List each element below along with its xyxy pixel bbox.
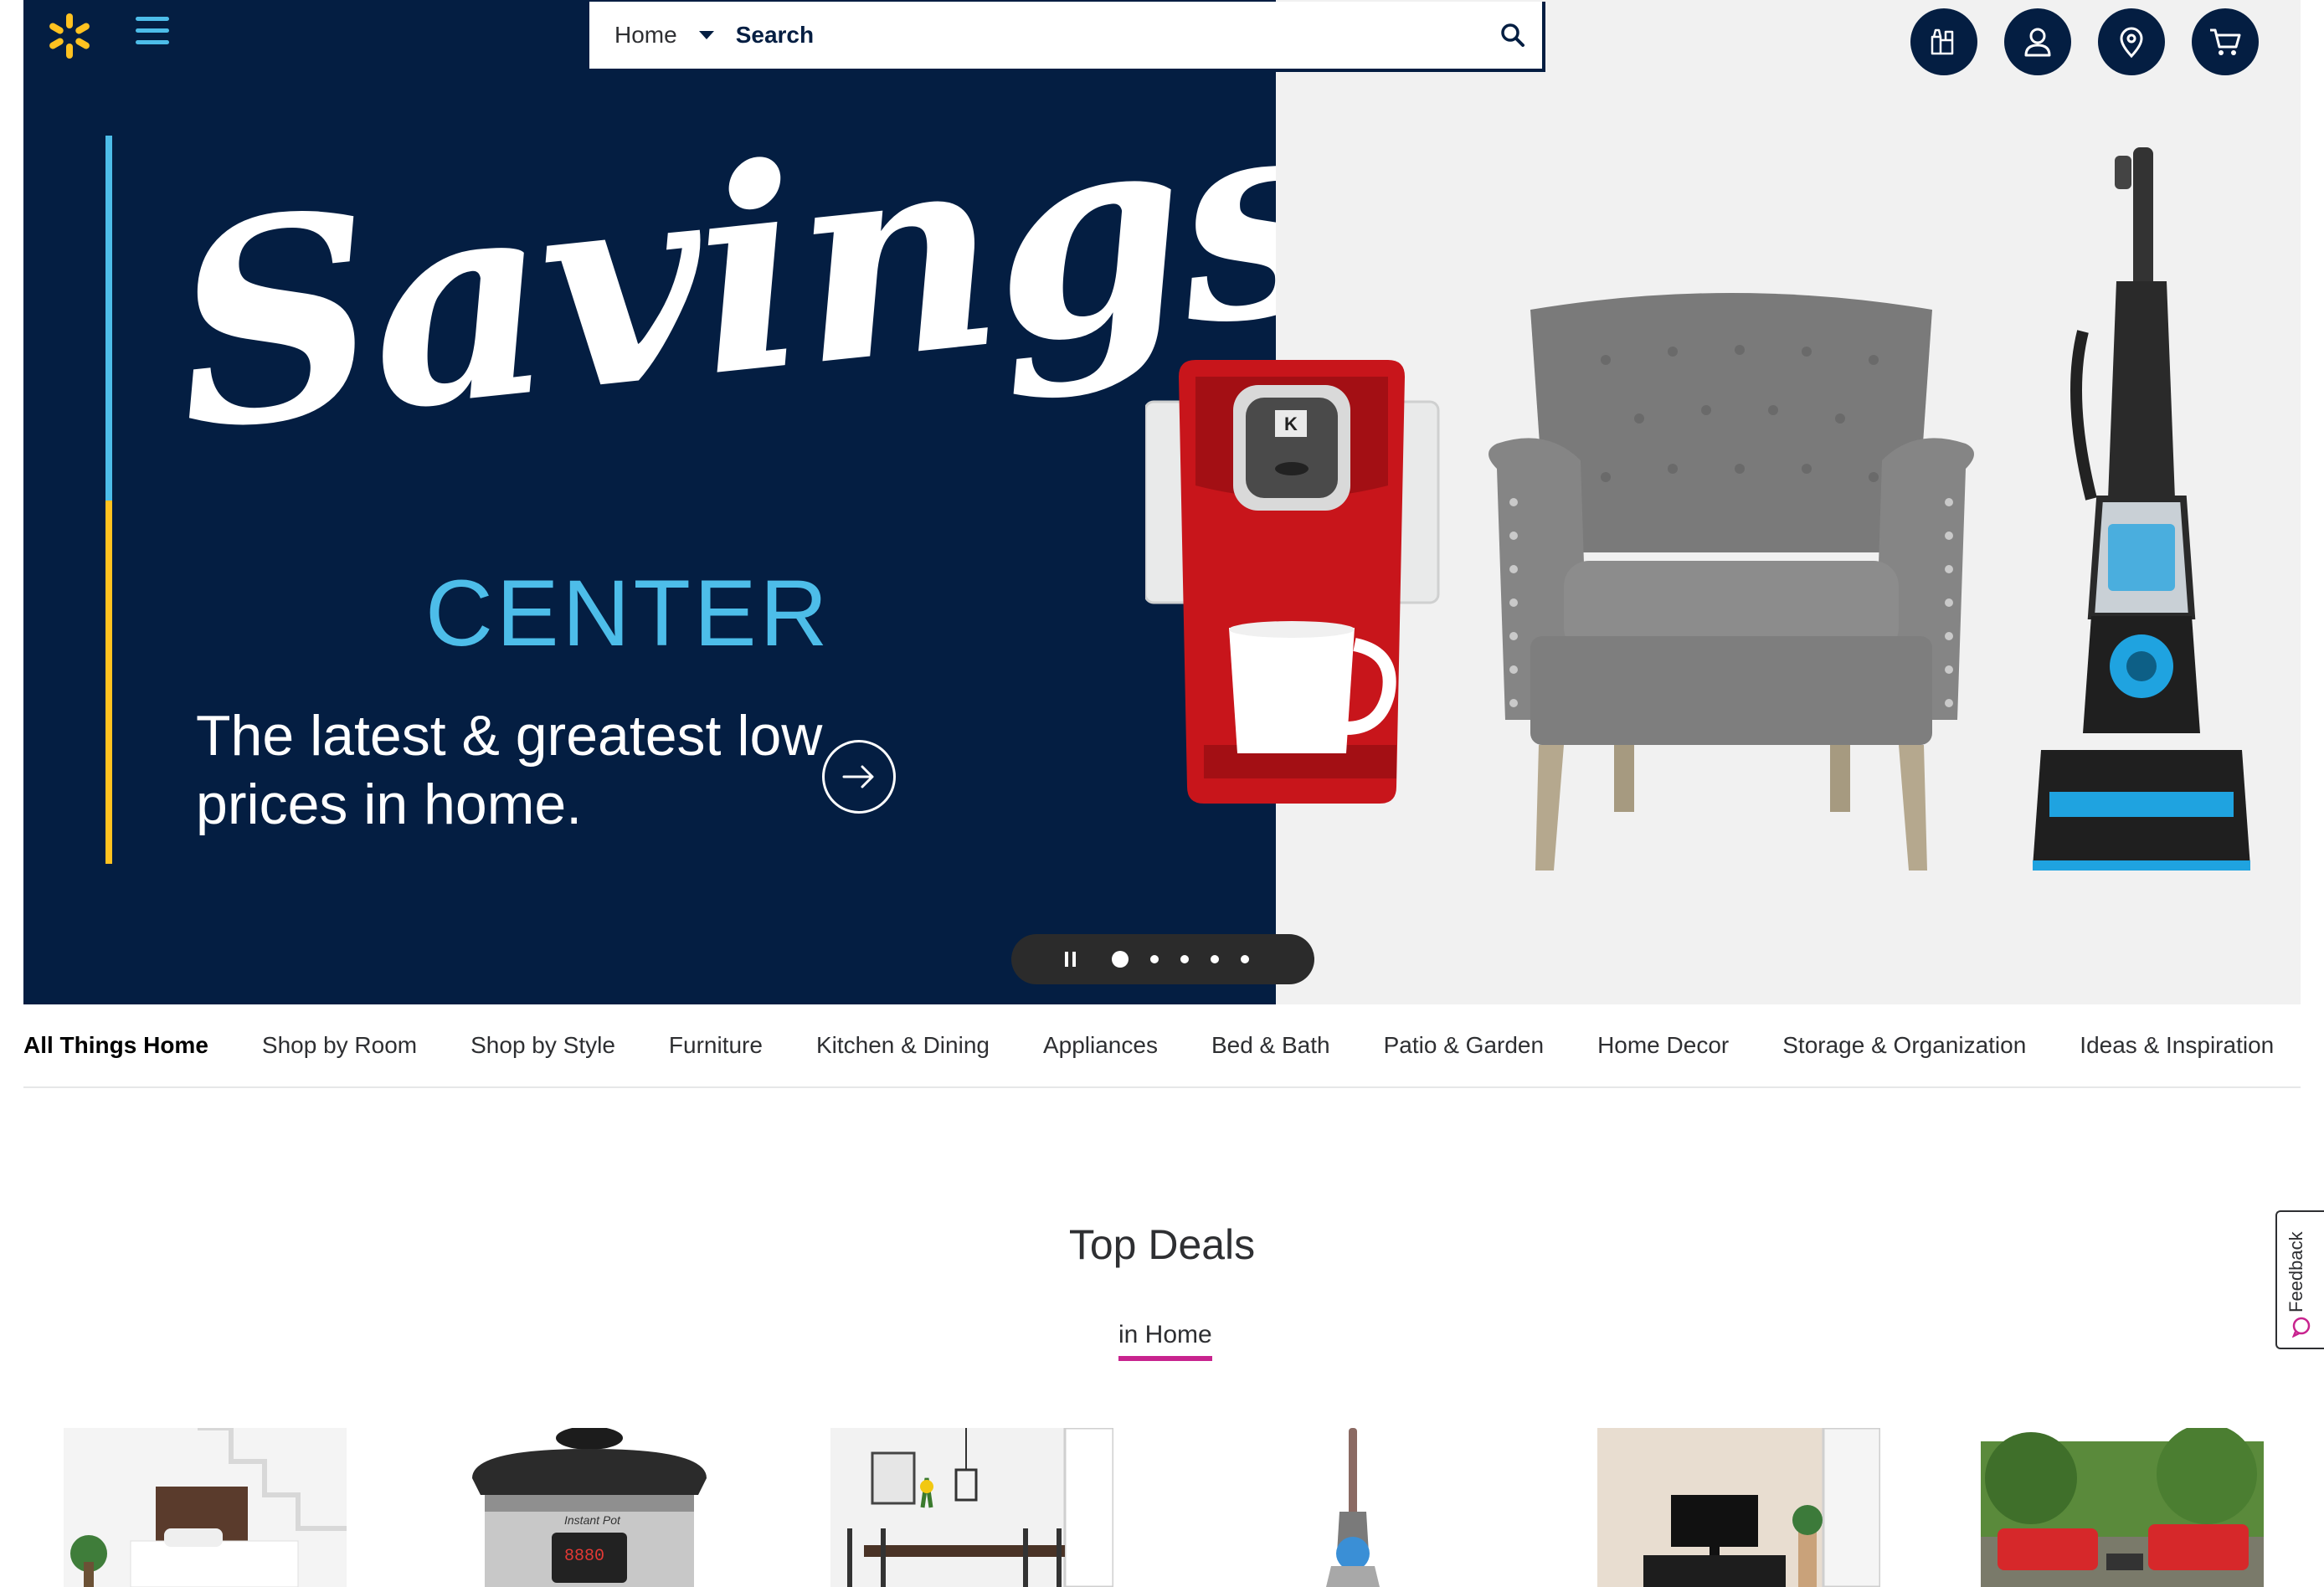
arrow-right-icon xyxy=(842,765,874,788)
deal-tile-pressure-cooker[interactable]: Instant Pot 8880 xyxy=(447,1428,730,1587)
hero-arrow-button[interactable] xyxy=(822,740,896,814)
svg-text:Instant Pot: Instant Pot xyxy=(564,1513,621,1527)
bed-image xyxy=(64,1428,347,1587)
carousel-controls xyxy=(1011,934,1314,984)
page: Savings CENTER The latest & greatest low… xyxy=(23,0,2301,1587)
pressure-cooker-image: Instant Pot 8880 xyxy=(447,1428,730,1587)
search-bar: Home xyxy=(586,2,1545,72)
deal-tile-vacuum[interactable] xyxy=(1214,1428,1497,1587)
hero-left-panel: Savings CENTER The latest & greatest low… xyxy=(23,0,1276,1004)
department-select[interactable]: Home xyxy=(589,2,714,69)
svg-text:K: K xyxy=(1284,413,1298,434)
reorder-icon xyxy=(1931,28,1954,55)
category-home-decor[interactable]: Home Decor xyxy=(1597,1032,1729,1059)
caret-down-icon xyxy=(698,31,714,39)
account-icon xyxy=(2024,28,2051,57)
dining-set-image xyxy=(830,1428,1113,1587)
feedback-tab[interactable]: Feedback xyxy=(2275,1210,2324,1349)
header-actions xyxy=(1910,8,2259,75)
deals-tab-in-home[interactable]: in Home xyxy=(1118,1321,1212,1361)
carousel-dot-2[interactable] xyxy=(1150,955,1159,963)
deal-tile-tv-stand[interactable] xyxy=(1597,1428,1880,1587)
category-bed-bath[interactable]: Bed & Bath xyxy=(1211,1032,1330,1059)
category-storage-organization[interactable]: Storage & Organization xyxy=(1782,1032,2026,1059)
deal-tile-dining-set[interactable] xyxy=(830,1428,1113,1587)
coffee-maker-image: K xyxy=(1145,360,1440,804)
category-kitchen-dining[interactable]: Kitchen & Dining xyxy=(816,1032,990,1059)
carousel-dot-5[interactable] xyxy=(1241,955,1249,963)
spark-logo-icon[interactable] xyxy=(45,12,94,60)
hero-tagline: The latest & greatest low prices in home… xyxy=(196,704,823,836)
category-all-things-home[interactable]: All Things Home xyxy=(23,1032,208,1059)
category-patio-garden[interactable]: Patio & Garden xyxy=(1384,1032,1544,1059)
carousel-dot-1[interactable] xyxy=(1112,951,1129,968)
armchair-image xyxy=(1488,293,1974,871)
department-label: Home xyxy=(614,22,677,48)
category-furniture[interactable]: Furniture xyxy=(669,1032,763,1059)
category-ideas-inspiration[interactable]: Ideas & Inspiration xyxy=(2080,1032,2274,1059)
category-nav: All Things Home Shop by Room Shop by Sty… xyxy=(23,1004,2301,1088)
deal-tile-bed[interactable] xyxy=(64,1428,347,1587)
store-location-button[interactable] xyxy=(2098,8,2165,75)
svg-text:8880: 8880 xyxy=(564,1547,604,1566)
hero-subtitle: CENTER xyxy=(425,561,831,665)
top-deals-title: Top Deals xyxy=(1068,1221,1256,1268)
vacuum-image xyxy=(2033,147,2250,871)
feedback-label: Feedback xyxy=(2285,1231,2306,1312)
location-pin-icon xyxy=(2120,27,2143,59)
upright-vacuum-image xyxy=(1214,1428,1497,1587)
search-input[interactable] xyxy=(713,2,1483,69)
search-button[interactable] xyxy=(1483,2,1542,69)
deal-tile-patio-set[interactable] xyxy=(1981,1428,2264,1587)
cart-icon xyxy=(2210,28,2241,55)
tv-stand-image xyxy=(1597,1428,1880,1587)
search-icon xyxy=(1501,23,1524,47)
reorder-button[interactable] xyxy=(1910,8,1977,75)
category-shop-by-style[interactable]: Shop by Style xyxy=(470,1032,615,1059)
carousel-dot-3[interactable] xyxy=(1180,955,1189,963)
chat-bubble-icon xyxy=(2291,1317,2311,1338)
hamburger-menu-icon[interactable] xyxy=(136,17,169,54)
account-button[interactable] xyxy=(2004,8,2071,75)
category-shop-by-room[interactable]: Shop by Room xyxy=(262,1032,417,1059)
cart-button[interactable] xyxy=(2192,8,2259,75)
hero-banner[interactable]: Savings CENTER The latest & greatest low… xyxy=(23,0,2301,1004)
category-appliances[interactable]: Appliances xyxy=(1043,1032,1158,1059)
hero-script-title: Savings xyxy=(159,49,1276,493)
accent-bar xyxy=(105,136,112,864)
patio-set-image xyxy=(1981,1428,2264,1587)
carousel-dot-4[interactable] xyxy=(1211,955,1219,963)
pause-icon[interactable] xyxy=(1065,952,1078,967)
